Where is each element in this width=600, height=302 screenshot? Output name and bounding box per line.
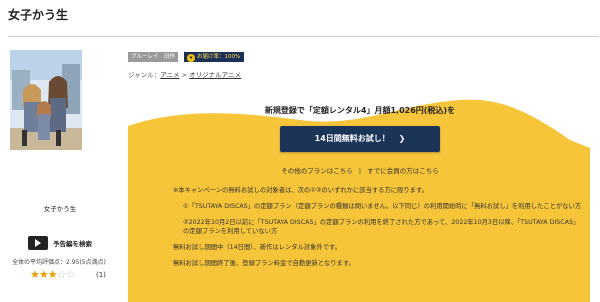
note-condition-2: ②2022年10月2日以前に「TSUTAYA DISCAS」の定額プランの利用を… xyxy=(183,218,580,236)
note-auto-renew: 無料お試し期間終了後、登録プラン料金で自動更新となります。 xyxy=(173,259,355,267)
delivery-star-icon: ★ xyxy=(187,54,195,62)
page-title: 女子かう生 xyxy=(8,8,69,22)
note-condition-1: ①「TSUTAYA DISCAS」の定額プラン（定額プランの種類は問いません。以… xyxy=(183,202,582,210)
chevron-right-icon: ❯ xyxy=(398,134,406,143)
genre-original-anime-link[interactable]: オリジナルアニメ xyxy=(189,71,241,79)
title-divider xyxy=(8,36,599,37)
genre-anime-link[interactable]: アニメ xyxy=(160,71,179,79)
note-new-release: 無料お試し期間中（14日間）、新作はレンタル対象外です。 xyxy=(173,244,341,251)
bluray-badge: ブルーレイ xyxy=(128,52,162,62)
star-empty-icon: ☆ xyxy=(65,268,76,281)
genre-breadcrumb: ジャンル：アニメ > オリジナルアニメ xyxy=(128,71,242,79)
campaign-notes: ※本キャンペーンの無料お試しの対象者は、次の①②のいずれかに該当する方に限ります… xyxy=(173,186,583,275)
star-icon: ★ xyxy=(30,268,40,281)
delivery-rate-badge: ★ お届け率：100% xyxy=(184,52,245,62)
sidebar-title: 女子かう生 xyxy=(43,205,77,213)
star-rating: ★★★☆☆ xyxy=(30,268,76,281)
member-login-link[interactable]: すでに会員の方はこちら xyxy=(367,167,439,175)
star-icon: ★ xyxy=(38,268,49,281)
play-icon xyxy=(28,236,48,250)
note-eligibility: ※本キャンペーンの無料お試しの対象者は、次の①②のいずれかに該当する方に限ります… xyxy=(173,187,428,194)
offer-headline: 新規登録で「定額レンタル4」月額1,026円(税込)を xyxy=(264,106,456,115)
star-empty-icon: ☆ xyxy=(56,268,67,281)
plan-links: その他のプランはこちら | すでに会員の方はこちら xyxy=(281,167,439,175)
average-rating-text: 全体の平均評価点：2.95(5点満点) xyxy=(12,259,106,266)
free-trial-button[interactable]: 14日間無料お試し！ ❯ xyxy=(280,126,440,152)
poster-image[interactable] xyxy=(10,50,82,150)
star-icon: ★ xyxy=(47,268,58,281)
review-count[interactable]: (1) xyxy=(96,271,106,279)
other-plans-link[interactable]: その他のプランはこちら xyxy=(281,167,353,175)
old-title-badge: 旧作 xyxy=(161,52,179,62)
trailer-search-button[interactable]: 予告編を検索 xyxy=(28,236,92,250)
